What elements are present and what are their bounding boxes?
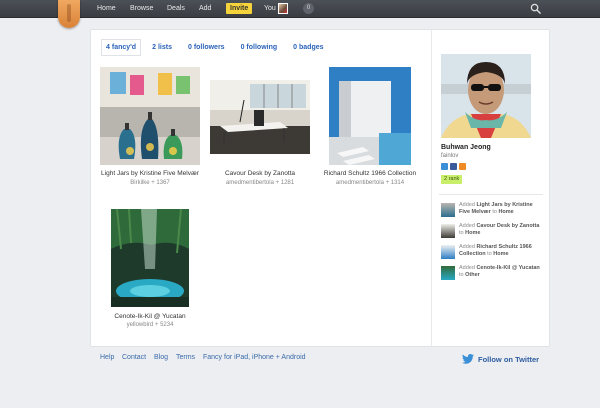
notification-count-badge[interactable]: 0 bbox=[303, 3, 314, 14]
follow-on-twitter-link[interactable]: Follow on Twitter bbox=[462, 353, 539, 365]
tab-followers[interactable]: 0 followers bbox=[183, 39, 230, 56]
nav-you[interactable]: You bbox=[264, 4, 276, 14]
item-title[interactable]: Richard Schultz 1966 Collection bbox=[305, 170, 435, 177]
nav-add[interactable]: Add bbox=[199, 4, 211, 14]
activity-text: Added Cavour Desk by Zanotta to Home bbox=[459, 223, 540, 236]
tab-fancyd[interactable]: 4 fancy'd bbox=[101, 39, 142, 56]
activity-text: Added Cenote-Ik-Kil @ Yucatan to Other bbox=[459, 265, 540, 278]
activity-thumb[interactable] bbox=[441, 203, 455, 217]
activity-thumb[interactable] bbox=[441, 224, 455, 238]
item-image-richard-schultz[interactable] bbox=[329, 67, 411, 165]
tab-lists[interactable]: 2 lists bbox=[147, 39, 177, 56]
item-title[interactable]: Cenote-Ik-Kil @ Yucatan bbox=[85, 313, 215, 320]
item-meta[interactable]: amedmentibertola + 1314 bbox=[305, 180, 435, 186]
follow-on-twitter-label[interactable]: Follow on Twitter bbox=[478, 355, 539, 364]
item-image-cenote[interactable] bbox=[111, 209, 189, 307]
profile-photo bbox=[441, 54, 531, 138]
item-image-cavour-desk[interactable] bbox=[210, 80, 310, 154]
activity-thumb[interactable] bbox=[441, 245, 455, 259]
tab-badges[interactable]: 0 badges bbox=[288, 39, 328, 56]
item-meta[interactable]: yellowbird + 5234 bbox=[85, 322, 215, 328]
rss-icon[interactable] bbox=[459, 163, 466, 170]
invite-button[interactable]: Invite bbox=[226, 3, 253, 14]
profile-name: Buhwan Jeong bbox=[441, 144, 491, 151]
facebook-icon[interactable] bbox=[450, 163, 457, 170]
tab-following[interactable]: 0 following bbox=[236, 39, 283, 56]
twitter-bird-icon bbox=[462, 354, 474, 364]
top-nav-bar: Home Browse Deals Add Invite You 0 bbox=[0, 0, 600, 18]
nav-deals[interactable]: Deals bbox=[167, 4, 185, 14]
nav-home[interactable]: Home bbox=[97, 4, 116, 14]
profile-username: fainlov bbox=[441, 153, 459, 159]
search-icon[interactable] bbox=[530, 3, 541, 14]
profile-tabs: 4 fancy'd 2 lists 0 followers 0 followin… bbox=[101, 39, 329, 56]
activity-text: Added Richard Schultz 1966 Collection to… bbox=[459, 244, 532, 257]
user-avatar-icon[interactable] bbox=[278, 3, 288, 14]
item-image-light-jars[interactable] bbox=[100, 67, 200, 165]
footer-link-terms[interactable]: Terms bbox=[176, 354, 195, 361]
profile-card: 4 fancy'd 2 lists 0 followers 0 followin… bbox=[90, 29, 550, 347]
footer-link-blog[interactable]: Blog bbox=[154, 354, 168, 361]
footer-link-help[interactable]: Help bbox=[100, 354, 114, 361]
activity-divider bbox=[439, 194, 543, 195]
activity-thumb[interactable] bbox=[441, 266, 455, 280]
fancy-logo-icon[interactable] bbox=[58, 0, 80, 28]
rank-badge: 2 rank bbox=[441, 175, 463, 184]
footer-link-apps[interactable]: Fancy for iPad, iPhone + Android bbox=[203, 354, 306, 361]
twitter-icon[interactable] bbox=[441, 163, 448, 170]
activity-text: Added Light Jars by Kristine Five Melvær… bbox=[459, 202, 533, 215]
sidebar-divider bbox=[431, 30, 432, 346]
footer-link-contact[interactable]: Contact bbox=[122, 354, 146, 361]
nav-browse[interactable]: Browse bbox=[130, 4, 153, 14]
